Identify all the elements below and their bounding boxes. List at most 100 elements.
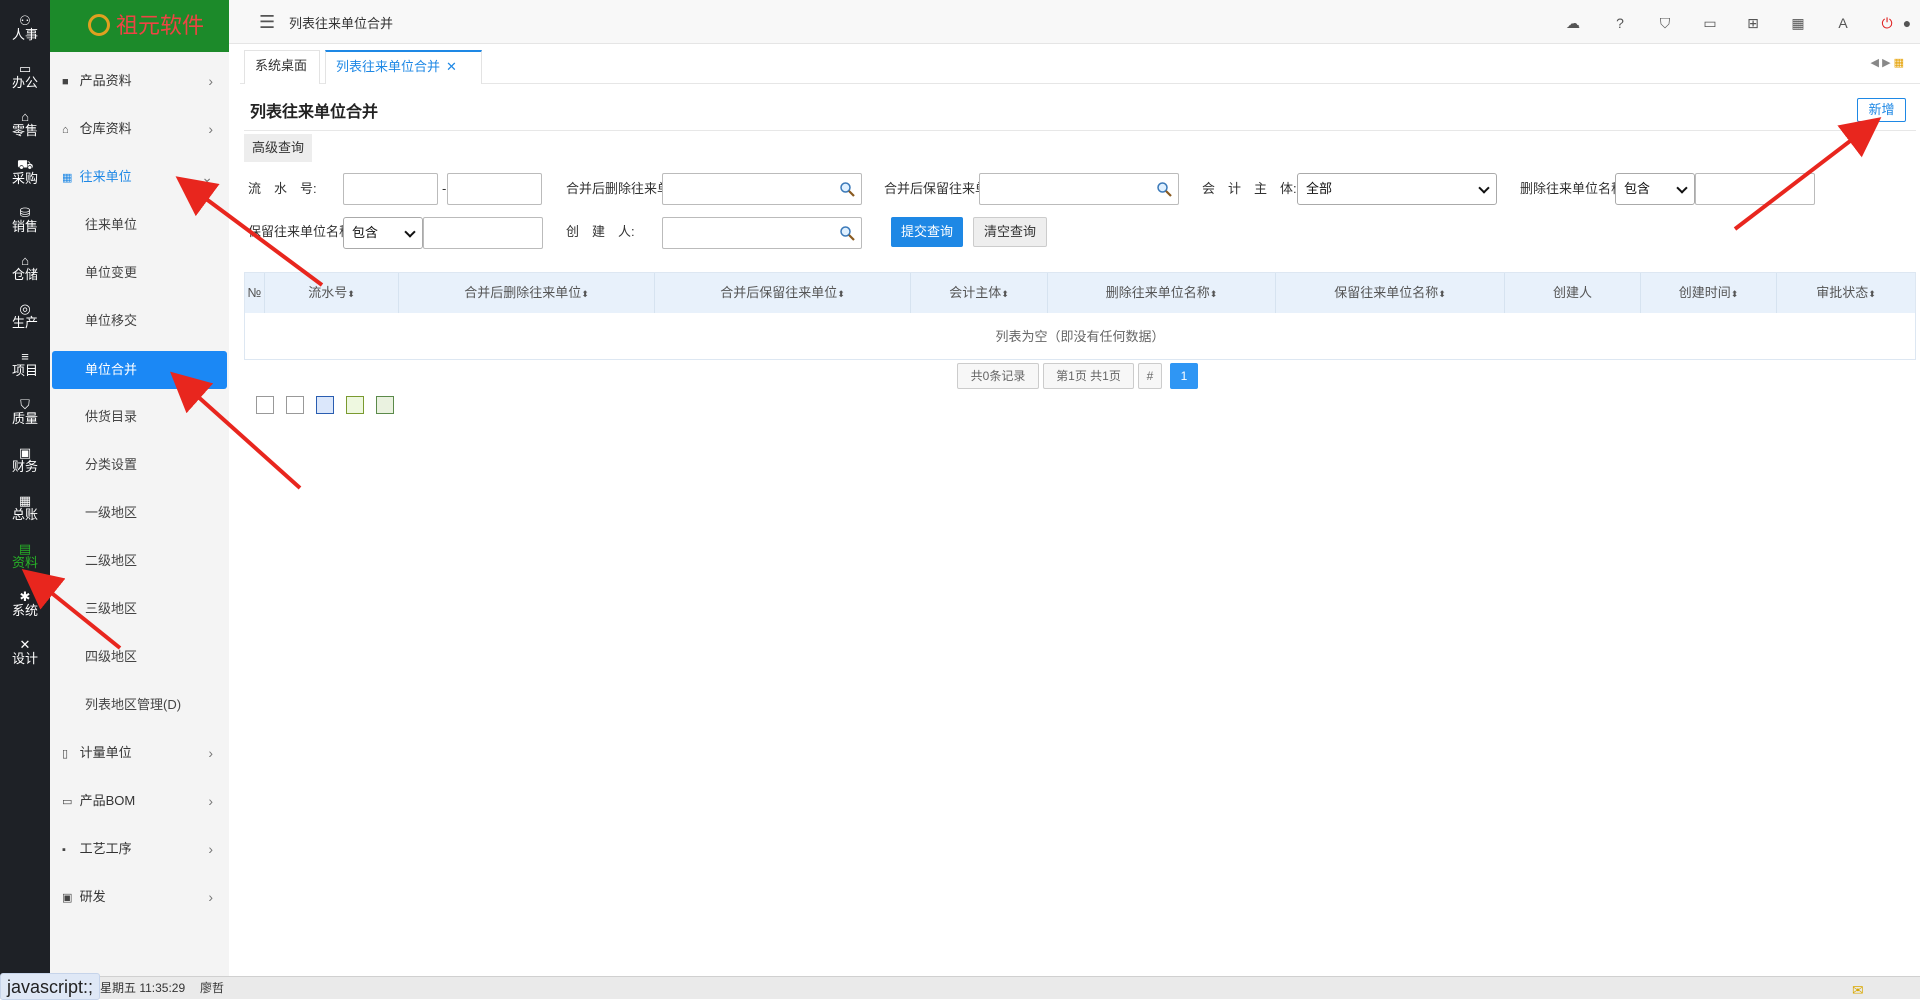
add-button[interactable]: 新增	[1857, 98, 1906, 122]
rail-item-5[interactable]: ⌂ 仓储	[0, 240, 50, 288]
menu-item-region-4[interactable]: 四级地区	[50, 633, 229, 681]
logo: 祖元软件	[50, 0, 229, 52]
menu-group-partners[interactable]: ▦ 往来单位 ⌄	[50, 153, 229, 201]
menu-toggle-icon[interactable]: ☰	[259, 13, 275, 31]
message-icon[interactable]: ✉	[1852, 979, 1864, 1001]
building-icon: ▦	[62, 172, 73, 184]
export-icon[interactable]	[376, 396, 394, 414]
menu-item-region-list[interactable]: 列表地区管理(D)	[50, 681, 229, 729]
rail-item-13[interactable]: ✕ 设计	[0, 624, 50, 672]
truck-icon: ⛟	[17, 157, 34, 172]
menu-item-region-2[interactable]: 二级地区	[50, 537, 229, 585]
column-header-keep-name[interactable]: 保留往来单位名称⬍	[1276, 273, 1505, 313]
rail-item-0[interactable]: ⚇ 人事	[0, 0, 50, 48]
delete-name-mode-select[interactable]: 包含	[1615, 173, 1695, 205]
rail-item-6[interactable]: ◎ 生产	[0, 288, 50, 336]
menu-group-research[interactable]: ▣ 研发 ›	[50, 873, 229, 921]
advanced-search-tab[interactable]: 高级查询	[244, 134, 313, 162]
search-icon[interactable]	[839, 225, 855, 241]
column-header-entity[interactable]: 会计主体⬍	[911, 273, 1048, 313]
menu-item-category-settings[interactable]: 分类设置	[50, 441, 229, 489]
menu-group-process[interactable]: ▪ 工艺工序 ›	[50, 825, 229, 873]
user-avatar-icon[interactable]: ●	[1898, 14, 1916, 32]
menu-item-unit-transfer[interactable]: 单位移交	[50, 297, 229, 345]
rail-item-9[interactable]: ▣ 财务	[0, 432, 50, 480]
column-header-label: 删除往来单位名称	[1105, 285, 1210, 300]
entity-select-value: 全部	[1306, 181, 1333, 196]
theme-shirt-icon[interactable]: ⛉	[1656, 14, 1674, 32]
rail-item-3[interactable]: ⛟ 采购	[0, 144, 50, 192]
column-header-serial[interactable]: 流水号⬍	[265, 273, 399, 313]
help-icon[interactable]: ?	[1611, 14, 1629, 32]
edit-icon[interactable]	[346, 396, 364, 414]
tab-desktop[interactable]: 系统桌面	[244, 50, 320, 84]
clear-query-button[interactable]: 清空查询	[973, 217, 1047, 247]
after-delete-input[interactable]	[662, 173, 862, 205]
document-icon: ▤	[18, 541, 32, 556]
rail-item-10[interactable]: ▦ 总账	[0, 480, 50, 528]
serial-to-input[interactable]	[447, 173, 542, 205]
menu-item-supply-catalog[interactable]: 供货目录	[50, 393, 229, 441]
menu-group-measure-units[interactable]: ▯ 计量单位 ›	[50, 729, 229, 777]
menu-item-partners[interactable]: 往来单位	[50, 201, 229, 249]
entity-select[interactable]: 全部	[1297, 173, 1497, 205]
tab-merge-list[interactable]: 列表往来单位合并 ✕	[325, 50, 482, 84]
menu-item-region-1[interactable]: 一级地区	[50, 489, 229, 537]
chevron-right-icon: ›	[208, 841, 213, 857]
menu-group-warehouse[interactable]: ⌂ 仓库资料 ›	[50, 105, 229, 153]
rail-item-label: 项目	[11, 363, 38, 378]
rail-item-11[interactable]: ▤ 资料	[0, 528, 50, 576]
tab-nav-arrows[interactable]: ◀ ▶ ▦	[1871, 56, 1904, 69]
pager-jump-button[interactable]: #	[1138, 363, 1162, 389]
menu-group-bom[interactable]: ▭ 产品BOM ›	[50, 777, 229, 825]
tab-prev-icon[interactable]: ◀	[1871, 57, 1879, 69]
column-header-after-keep[interactable]: 合并后保留往来单位⬍	[655, 273, 911, 313]
column-header-approval[interactable]: 审批状态⬍	[1777, 273, 1915, 313]
menu-item-region-3[interactable]: 三级地区	[50, 585, 229, 633]
menu-group-product[interactable]: ■ 产品资料 ›	[50, 57, 229, 105]
column-header-label: 审批状态	[1816, 285, 1869, 300]
delete-name-label: 删除往来单位名称	[1520, 181, 1620, 196]
column-header-created-time[interactable]: 创建时间⬍	[1641, 273, 1777, 313]
apps-grid-icon[interactable]: ⊞	[1744, 14, 1762, 32]
serial-from-input[interactable]	[343, 173, 438, 205]
rail-item-2[interactable]: ⌂ 零售	[0, 96, 50, 144]
column-header-after-delete[interactable]: 合并后删除往来单位⬍	[399, 273, 655, 313]
chevron-right-icon: ›	[208, 73, 213, 89]
keep-name-mode-select[interactable]: 包含	[343, 217, 423, 249]
rail-item-1[interactable]: ▭ 办公	[0, 48, 50, 96]
calendar-icon[interactable]: ▦	[1789, 14, 1807, 32]
cloud-icon[interactable]: ☁	[1564, 14, 1582, 32]
after-keep-input[interactable]	[979, 173, 1179, 205]
people-icon: ⚇	[19, 13, 31, 28]
rail-item-8[interactable]: ⛉ 质量	[0, 384, 50, 432]
search-icon[interactable]	[839, 181, 855, 197]
tab-next-icon[interactable]: ▶	[1882, 57, 1890, 69]
column-header-label: 合并后删除往来单位	[464, 285, 582, 300]
blank-document-icon[interactable]	[286, 396, 304, 414]
rail-item-4[interactable]: ⛁ 销售	[0, 192, 50, 240]
pager-pages: 第1页 共1页	[1043, 363, 1134, 389]
search-icon[interactable]	[1156, 181, 1172, 197]
submit-query-button[interactable]: 提交查询	[891, 217, 963, 247]
table-layout-icon[interactable]	[256, 396, 274, 414]
calendar-grid-icon[interactable]	[316, 396, 334, 414]
folder-icon: ■	[62, 76, 69, 88]
menu-item-unit-change[interactable]: 单位变更	[50, 249, 229, 297]
close-icon[interactable]: ✕	[446, 59, 457, 74]
page-title: 列表往来单位合并	[250, 104, 379, 121]
after-keep-label: 合并后保留往来单	[884, 181, 988, 196]
font-icon[interactable]: A	[1834, 14, 1852, 32]
rail-item-12[interactable]: ✱ 系统	[0, 576, 50, 624]
screen-icon[interactable]: ▭	[1701, 14, 1719, 32]
menu-item-unit-merge[interactable]: 单位合并	[52, 351, 227, 389]
rail-item-7[interactable]: ≡ 项目	[0, 336, 50, 384]
creator-input[interactable]	[662, 217, 862, 249]
delete-name-input[interactable]	[1695, 173, 1815, 205]
keep-name-input[interactable]	[423, 217, 543, 249]
column-header-delete-name[interactable]: 删除往来单位名称⬍	[1048, 273, 1276, 313]
pager-page-1[interactable]: 1	[1170, 363, 1198, 389]
sort-icon: ⬍	[1209, 289, 1218, 299]
cart-icon: ⛁	[19, 205, 31, 220]
power-icon[interactable]: ⏻	[1878, 14, 1896, 32]
